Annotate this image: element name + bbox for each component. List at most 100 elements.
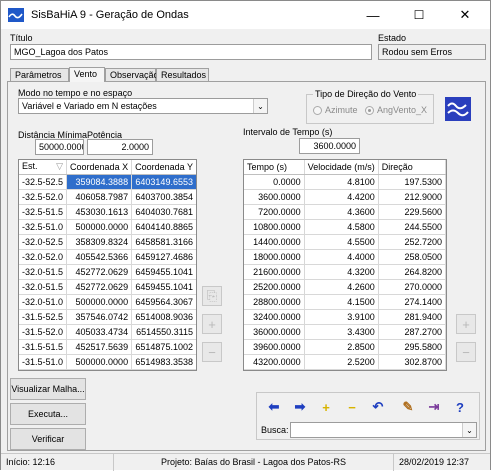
potencia-input[interactable]: 2.0000 xyxy=(87,139,153,155)
coord-x-cell[interactable]: 452772.0629 xyxy=(66,264,133,280)
velocidade-cell[interactable]: 3.4300 xyxy=(304,324,379,340)
velocidade-cell[interactable]: 4.2600 xyxy=(304,279,379,295)
coord-x-cell[interactable]: 357546.0742 xyxy=(66,309,133,325)
add-icon[interactable]: + xyxy=(202,314,222,334)
coord-x-cell[interactable]: 500000.0000 xyxy=(66,354,133,370)
tempo-cell[interactable]: 43200.0000 xyxy=(244,354,305,370)
station-id-cell[interactable]: -32.5-51.5 xyxy=(19,204,68,220)
direcao-cell[interactable]: 295.5800 xyxy=(378,339,446,355)
coord-y-cell[interactable]: 6458581.3166 xyxy=(131,234,196,250)
velocidade-cell[interactable]: 4.5500 xyxy=(304,234,379,250)
series-row[interactable]: 28800.0000 4.1500 274.1400 xyxy=(244,294,446,310)
velocidade-cell[interactable]: 4.4200 xyxy=(304,189,379,205)
tab-resultados[interactable]: Resultados xyxy=(156,68,209,82)
velocidade-cell[interactable]: 2.8500 xyxy=(304,339,379,355)
tempo-cell[interactable]: 28800.0000 xyxy=(244,294,305,310)
station-row[interactable]: -31.5-51.5 452517.5639 6514875.1002 xyxy=(19,339,196,355)
edit-icon[interactable]: ✎ xyxy=(397,397,419,417)
add-record-icon[interactable]: + xyxy=(315,397,337,417)
coord-y-cell[interactable]: 6514008.9036 xyxy=(131,309,196,325)
coord-y-cell[interactable]: 6403149.6553 xyxy=(131,174,196,190)
verificar-button[interactable]: Verificar xyxy=(10,428,86,450)
station-id-cell[interactable]: -31.5-52.0 xyxy=(19,324,68,340)
direcao-cell[interactable]: 302.8700 xyxy=(378,354,446,370)
coord-y-cell[interactable]: 6403700.3854 xyxy=(131,189,196,205)
coord-y-cell[interactable]: 6404140.8865 xyxy=(131,219,196,235)
direcao-cell[interactable]: 258.0500 xyxy=(378,249,446,265)
station-row[interactable]: -32.0-52.0 405542.5366 6459127.4686 xyxy=(19,249,196,265)
col-velocidade-header[interactable]: Velocidade (m/s) xyxy=(304,160,379,175)
tempo-cell[interactable]: 32400.0000 xyxy=(244,309,305,325)
stations-grid[interactable]: Est. ▽ Coordenada X Coordenada Y -32.5-5… xyxy=(18,159,197,371)
radio-angvento[interactable]: AngVento_X xyxy=(365,105,427,115)
station-id-cell[interactable]: -32.0-51.5 xyxy=(19,279,68,295)
tempo-cell[interactable]: 7200.0000 xyxy=(244,204,305,220)
direcao-cell[interactable]: 306.0300 xyxy=(378,369,446,370)
close-button[interactable]: ✕ xyxy=(442,1,488,29)
tempo-cell[interactable]: 21600.0000 xyxy=(244,264,305,280)
series-row[interactable]: 21600.0000 4.3200 264.8200 xyxy=(244,264,446,280)
coord-x-cell[interactable]: 453030.1613 xyxy=(66,204,133,220)
station-row[interactable]: -32.5-51.5 453030.1613 6404030.7681 xyxy=(19,204,196,220)
velocidade-cell[interactable]: 4.4000 xyxy=(304,249,379,265)
direcao-cell[interactable]: 229.5600 xyxy=(378,204,446,220)
station-id-cell[interactable]: -32.0-52.5 xyxy=(19,234,68,250)
direcao-cell[interactable]: 264.8200 xyxy=(378,264,446,280)
tempo-cell[interactable]: 25200.0000 xyxy=(244,279,305,295)
station-row[interactable]: -32.0-51.5 452772.0629 6459455.1041 xyxy=(19,279,196,295)
distancia-input[interactable]: 50000.0000 xyxy=(35,139,84,155)
titulo-input[interactable]: MGO_Lagoa dos Patos xyxy=(10,44,372,60)
busca-select[interactable]: ⌄ xyxy=(290,422,477,438)
coord-y-cell[interactable]: 6514550.3115 xyxy=(131,324,196,340)
station-id-cell[interactable]: -32.5-52.0 xyxy=(19,189,68,205)
coord-x-cell[interactable]: 404531.6463 xyxy=(66,369,133,370)
velocidade-cell[interactable]: 4.5800 xyxy=(304,219,379,235)
series-remove-icon[interactable]: − xyxy=(456,342,476,362)
coord-y-cell[interactable]: 6459564.3067 xyxy=(131,294,196,310)
direcao-cell[interactable]: 270.0000 xyxy=(378,279,446,295)
tab-vento[interactable]: Vento xyxy=(69,67,105,82)
series-row[interactable]: 25200.0000 4.2600 270.0000 xyxy=(244,279,446,295)
help-icon[interactable]: ? xyxy=(449,397,471,417)
station-row[interactable]: -31.5-52.0 405033.4734 6514550.3115 xyxy=(19,324,196,340)
intervalo-input[interactable]: 3600.0000 xyxy=(299,138,360,154)
series-row[interactable]: 36000.0000 3.4300 287.2700 xyxy=(244,324,446,340)
coord-y-cell[interactable]: 6514983.3538 xyxy=(131,354,196,370)
station-id-cell[interactable]: -32.0-52.0 xyxy=(19,249,68,265)
copy-icon[interactable]: ⎘ xyxy=(202,286,222,306)
direcao-cell[interactable]: 287.2700 xyxy=(378,324,446,340)
station-id-cell[interactable]: -32.5-52.5 xyxy=(19,174,68,190)
velocidade-cell[interactable]: 4.8100 xyxy=(304,174,379,190)
radio-azimute[interactable]: Azimute xyxy=(313,105,358,115)
delete-record-icon[interactable]: − xyxy=(341,397,363,417)
coord-y-cell[interactable]: 6459127.4686 xyxy=(131,249,196,265)
station-id-cell[interactable]: -32.0-51.0 xyxy=(19,294,68,310)
coord-x-cell[interactable]: 452772.0629 xyxy=(66,279,133,295)
col-tempo-header[interactable]: Tempo (s) xyxy=(244,160,305,175)
col-direcao-header[interactable]: Direção xyxy=(378,160,446,175)
coord-x-cell[interactable]: 406058.7987 xyxy=(66,189,133,205)
direcao-cell[interactable]: 212.9000 xyxy=(378,189,446,205)
coord-y-cell[interactable]: 6404030.7681 xyxy=(131,204,196,220)
modo-select[interactable]: Variável e Variado em N estações ⌄ xyxy=(18,98,268,114)
station-row[interactable]: -32.5-51.0 500000.0000 6404140.8865 xyxy=(19,219,196,235)
undo-icon[interactable]: ↶ xyxy=(367,397,389,417)
velocidade-cell[interactable]: 4.1500 xyxy=(304,294,379,310)
tempo-cell[interactable]: 10800.0000 xyxy=(244,219,305,235)
direcao-cell[interactable]: 197.5300 xyxy=(378,174,446,190)
direcao-cell[interactable]: 281.9400 xyxy=(378,309,446,325)
exit-icon[interactable]: ⇥ xyxy=(423,397,445,417)
visualizar-malha-button[interactable]: Visualizar Malha... xyxy=(10,378,86,400)
tempo-cell[interactable]: 46800.0000 xyxy=(244,369,305,370)
velocidade-cell[interactable]: 4.3200 xyxy=(304,264,379,280)
tab-observacao[interactable]: Observação xyxy=(105,68,159,82)
station-id-cell[interactable]: -31.5-51.5 xyxy=(19,339,68,355)
tempo-cell[interactable]: 3600.0000 xyxy=(244,189,305,205)
coord-x-cell[interactable]: 405033.4734 xyxy=(66,324,133,340)
tempo-cell[interactable]: 0.0000 xyxy=(244,174,305,190)
coord-x-cell[interactable]: 500000.0000 xyxy=(66,294,133,310)
arrow-left-icon[interactable]: ⬅ xyxy=(263,397,285,417)
series-row[interactable]: 14400.0000 4.5500 252.7200 xyxy=(244,234,446,250)
coord-y-cell[interactable]: 6569968.9513 xyxy=(131,369,196,370)
time-series-grid[interactable]: Tempo (s) Velocidade (m/s) Direção 0.000… xyxy=(243,159,447,371)
